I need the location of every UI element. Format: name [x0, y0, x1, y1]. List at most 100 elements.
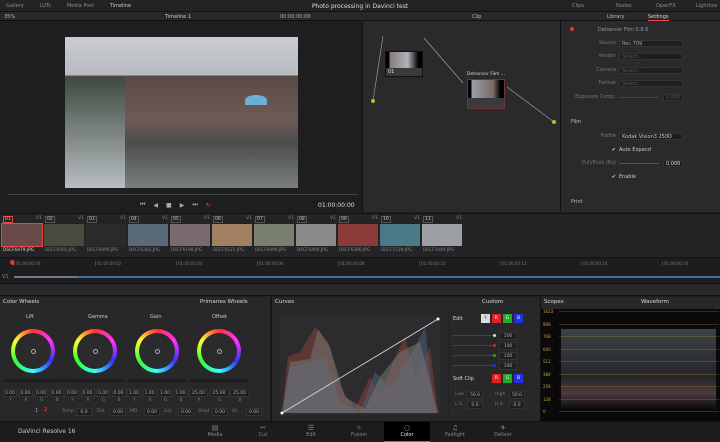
- track-clips[interactable]: [14, 276, 720, 278]
- intensity-slider[interactable]: [453, 345, 493, 346]
- intensity-slider[interactable]: [453, 355, 493, 356]
- pull-push-slider[interactable]: [619, 162, 659, 164]
- page-1[interactable]: 1: [35, 408, 38, 414]
- intensity-handle[interactable]: [493, 364, 496, 367]
- clip-mode-select[interactable]: Clip: [472, 14, 481, 20]
- master-wheel-slider[interactable]: [189, 379, 249, 382]
- intensity-slider[interactable]: [453, 365, 493, 366]
- page-cut[interactable]: ✂ Cut: [240, 422, 286, 442]
- page-color[interactable]: ◌ Color: [384, 422, 430, 442]
- intensity-value[interactable]: 100: [499, 332, 517, 340]
- adjust-field[interactable]: 0.0: [76, 408, 92, 416]
- channel-g[interactable]: G: [503, 314, 512, 323]
- format-select[interactable]: Select...: [619, 79, 683, 87]
- page-2[interactable]: 2: [42, 407, 50, 413]
- channel-r[interactable]: R: [492, 314, 501, 323]
- clip-thumbnail[interactable]: 09 V1 DSCF6286.JPG: [338, 216, 378, 256]
- wheel-value[interactable]: 0.00: [111, 389, 126, 397]
- zoom-select[interactable]: 35%: [4, 14, 15, 20]
- scrubber[interactable]: [8, 194, 358, 195]
- intensity-handle[interactable]: [493, 334, 496, 337]
- scope-mode-select[interactable]: Waveform: [641, 299, 669, 305]
- low-field[interactable]: 50.0: [467, 391, 483, 399]
- loop-icon[interactable]: ↻: [206, 202, 211, 209]
- clip-thumbnail[interactable]: 10 V1 DSCF5729.JPG: [380, 216, 420, 256]
- wheel-value[interactable]: 0.00: [65, 389, 79, 397]
- first-frame-icon[interactable]: ⏮: [140, 201, 145, 209]
- master-wheel-slider[interactable]: [3, 379, 63, 382]
- intensity-value[interactable]: 100: [499, 352, 517, 360]
- reverse-icon[interactable]: ◀: [153, 202, 158, 209]
- adjust-field[interactable]: 0.00: [246, 408, 262, 416]
- camera-select[interactable]: Select...: [619, 66, 683, 74]
- master-wheel-slider[interactable]: [127, 379, 187, 382]
- node-dehancer[interactable]: [467, 79, 505, 109]
- wheel-value[interactable]: 0.00: [34, 389, 48, 397]
- adjust-field[interactable]: 0.00: [178, 408, 194, 416]
- enable-toggle[interactable]: [570, 27, 574, 31]
- last-frame-icon[interactable]: ⏭: [192, 201, 197, 209]
- clip-thumbnail[interactable]: 07 V1 DSCF6498.JPG: [254, 216, 294, 256]
- wheel-value[interactable]: 25.00: [189, 389, 208, 397]
- exposure-slider[interactable]: [619, 96, 659, 98]
- profile-select[interactable]: Kodak Vision3 250D: [619, 132, 683, 140]
- wheel-value[interactable]: 0.00: [3, 389, 17, 397]
- print-section[interactable]: Print: [571, 199, 583, 205]
- wheel-value[interactable]: 1.00: [158, 389, 172, 397]
- ls-field[interactable]: 0.0: [467, 401, 483, 409]
- exposure-value[interactable]: 0.000: [663, 93, 683, 101]
- wheel-value[interactable]: 25.00: [209, 389, 229, 397]
- tab-settings[interactable]: Settings: [648, 14, 669, 21]
- hs-field[interactable]: 0.0: [509, 401, 525, 409]
- mini-timeline[interactable]: V1 01:00:00:00 01:00:00:02 01:00:00:04 01:0…: [0, 257, 720, 283]
- wheel-handle[interactable]: [154, 348, 160, 354]
- curve-graph[interactable]: [280, 317, 440, 415]
- play-icon[interactable]: ▶: [180, 202, 185, 209]
- adjust-field[interactable]: 0.00: [144, 408, 160, 416]
- wheel-value[interactable]: 1.00: [142, 389, 157, 397]
- clip-thumbnail[interactable]: 08 V1 DSCF6490.JPG: [296, 216, 336, 256]
- adjust-field[interactable]: 0.00: [110, 408, 126, 416]
- intensity-value[interactable]: 100: [499, 362, 517, 370]
- wheel-value[interactable]: 0.00: [96, 389, 110, 397]
- high-field[interactable]: 50.0: [509, 391, 525, 399]
- timeline-select[interactable]: Timeline 1: [165, 14, 191, 20]
- page-fairlight[interactable]: ♫ Fairlight: [432, 422, 478, 442]
- node-01[interactable]: 01: [385, 51, 423, 77]
- channel-b[interactable]: B: [514, 314, 523, 323]
- tab-library[interactable]: Library: [607, 14, 624, 20]
- master-wheel-slider[interactable]: [65, 379, 125, 382]
- pull-push-value[interactable]: 0.000: [663, 159, 683, 167]
- clip-thumbnail[interactable]: 01 V1 DSCF6479.JPG: [1, 216, 43, 256]
- wheel-value[interactable]: 0.00: [80, 389, 95, 397]
- clip-thumbnail[interactable]: 03 V1 DSCF6496.JPG: [86, 216, 126, 256]
- stop-icon[interactable]: ■: [166, 202, 172, 209]
- curves-mode-select[interactable]: Custom: [482, 299, 503, 305]
- clip-thumbnail[interactable]: 05 V1 DSCF6198.JPG: [170, 216, 210, 256]
- wheel-handle[interactable]: [30, 348, 36, 354]
- wheel-handle[interactable]: [216, 348, 222, 354]
- intensity-value[interactable]: 100: [499, 342, 517, 350]
- source-select[interactable]: Rec.709: [619, 39, 683, 47]
- wheel-value[interactable]: 0.00: [49, 389, 64, 397]
- clip-thumbnail[interactable]: 06 V1 DSCF6521.JPG: [212, 216, 252, 256]
- page-edit[interactable]: ☰ Edit: [288, 422, 334, 442]
- film-section[interactable]: Film: [571, 119, 581, 125]
- wheel-value[interactable]: 0.00: [18, 389, 33, 397]
- vendor-select[interactable]: Select...: [619, 52, 683, 60]
- page-fusion[interactable]: ✧ Fusion: [336, 422, 382, 442]
- wheel-handle[interactable]: [92, 348, 98, 354]
- wheel-value[interactable]: 1.00: [173, 389, 188, 397]
- page-media[interactable]: ▤ Media: [192, 422, 238, 442]
- intensity-slider[interactable]: [453, 335, 493, 336]
- clip-thumbnail[interactable]: 11 V1 DSCF5449.JPG: [422, 216, 462, 256]
- auto-expand-checkbox[interactable]: Auto Expand: [619, 147, 651, 153]
- wheels-mode-select[interactable]: Primaries Wheels: [200, 299, 248, 305]
- intensity-handle[interactable]: [493, 354, 496, 357]
- clip-thumbnail[interactable]: 02 V1 DSCF6503.JPG: [44, 216, 84, 256]
- channel-y[interactable]: Y: [481, 314, 490, 323]
- intensity-handle[interactable]: [493, 344, 496, 347]
- clip-thumbnail[interactable]: 04 V1 DSCF6381.JPG: [128, 216, 168, 256]
- enable-checkbox[interactable]: Enable: [619, 174, 636, 180]
- wheel-value[interactable]: 1.00: [127, 389, 141, 397]
